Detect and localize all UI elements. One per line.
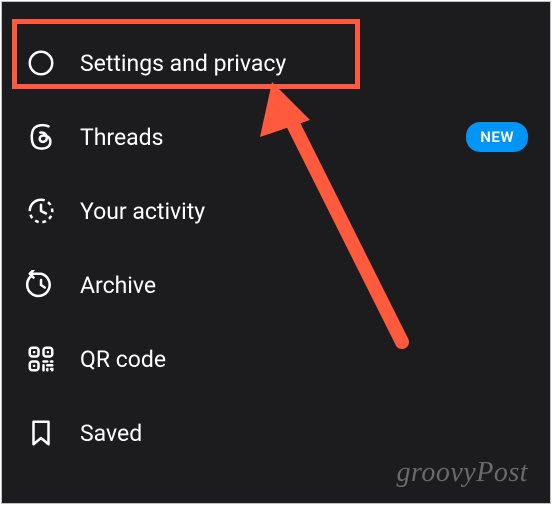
menu-item-settings-privacy[interactable]: Settings and privacy: [2, 26, 550, 100]
menu-item-your-activity[interactable]: Your activity: [2, 174, 550, 248]
menu-item-archive[interactable]: Archive: [2, 248, 550, 322]
new-badge: NEW: [466, 122, 528, 152]
menu-list: Settings and privacy Threads NEW Your ac…: [2, 2, 550, 490]
menu-item-label: Settings and privacy: [80, 50, 528, 77]
activity-icon: [24, 194, 58, 228]
menu-item-label: Archive: [80, 272, 528, 299]
menu-item-label: Your activity: [80, 198, 528, 225]
bookmark-icon: [24, 416, 58, 450]
qrcode-icon: [24, 342, 58, 376]
watermark-text: groovyPost: [397, 457, 529, 489]
menu-item-label: QR code: [80, 346, 528, 373]
archive-icon: [24, 268, 58, 302]
menu-item-label: Saved: [80, 420, 528, 447]
gear-icon: [24, 46, 58, 80]
menu-item-threads[interactable]: Threads NEW: [2, 100, 550, 174]
menu-item-label: Threads: [80, 124, 444, 151]
threads-icon: [24, 120, 58, 154]
menu-item-qr-code[interactable]: QR code: [2, 322, 550, 396]
